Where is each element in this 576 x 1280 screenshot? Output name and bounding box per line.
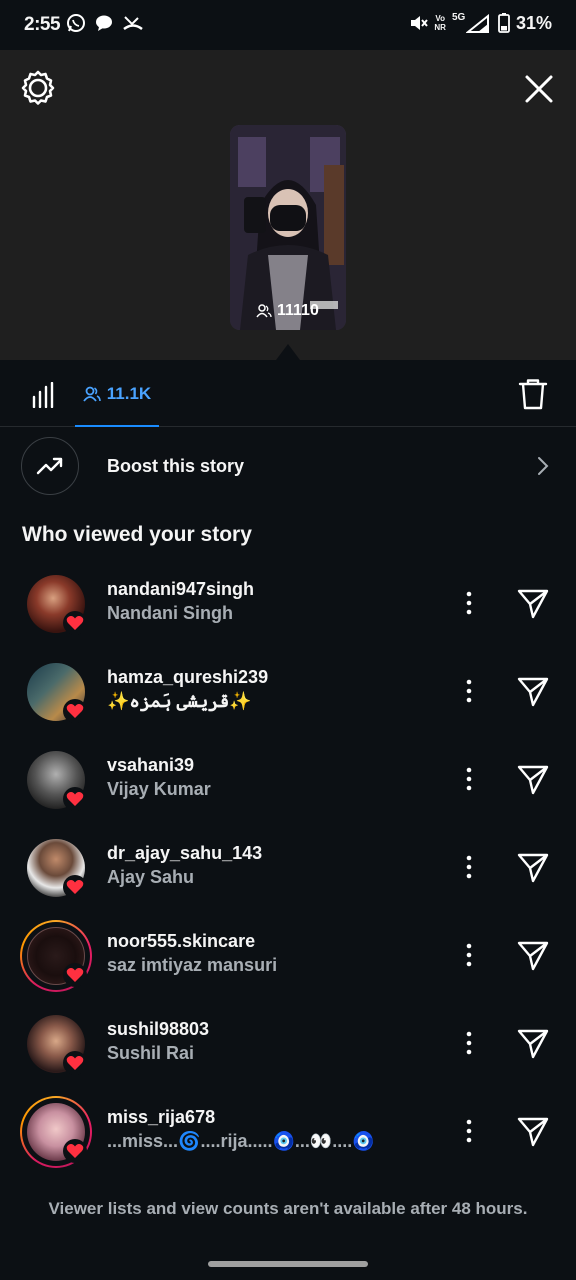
viewer-row[interactable]: hamza_qureshi239 ✨قریشی ہَمزہ✨	[0, 658, 576, 746]
close-icon[interactable]	[522, 72, 556, 106]
viewer-name: saz imtiyaz mansuri	[107, 955, 278, 975]
signal-icon	[465, 14, 489, 33]
viewer-row[interactable]: noor555.skincare saz imtiyaz mansuri	[0, 920, 576, 1010]
viewer-username[interactable]: sushil98803	[107, 1019, 209, 1040]
tab-viewers[interactable]: 11.1K	[75, 362, 159, 427]
network-volte: Vo NR	[434, 14, 446, 32]
send-icon[interactable]	[516, 1028, 550, 1060]
story-tabs: 11.1K	[0, 362, 576, 427]
heart-badge	[63, 787, 87, 811]
viewer-name: Vijay Kumar	[107, 779, 211, 799]
viewer-row[interactable]: nandani947singh Nandani Singh	[0, 570, 576, 658]
more-vertical-icon[interactable]	[458, 764, 480, 794]
avatar[interactable]	[20, 920, 92, 992]
heart-icon	[66, 616, 84, 630]
chevron-right-icon	[538, 457, 549, 475]
settings-gear-icon[interactable]	[20, 70, 56, 106]
boost-story-row[interactable]: Boost this story	[0, 436, 576, 498]
story-photo	[230, 125, 346, 330]
viewer-name: Ajay Sahu	[107, 867, 195, 887]
trash-icon[interactable]	[518, 378, 548, 410]
send-icon[interactable]	[516, 940, 550, 972]
heart-badge	[63, 1051, 87, 1075]
avatar[interactable]	[22, 658, 90, 726]
viewer-name: Nandani Singh	[107, 603, 233, 623]
viewer-row[interactable]: dr_ajay_sahu_143 Ajay Sahu	[0, 834, 576, 922]
viewer-row[interactable]: miss_rija678 ...miss...🌀....rija.....🧿..…	[0, 1096, 576, 1186]
heart-icon	[66, 1144, 84, 1158]
viewer-username[interactable]: miss_rija678	[107, 1107, 215, 1128]
preview-pointer	[276, 344, 300, 360]
viewer-row[interactable]: vsahani39 Vijay Kumar	[0, 746, 576, 834]
send-icon[interactable]	[516, 852, 550, 884]
viewer-row[interactable]: sushil98803 Sushil Rai	[0, 1010, 576, 1098]
battery-percent: 31%	[515, 12, 552, 33]
heart-badge	[63, 963, 87, 987]
send-icon[interactable]	[516, 1116, 550, 1148]
more-vertical-icon[interactable]	[458, 588, 480, 618]
whatsapp-icon	[67, 14, 85, 32]
viewer-name: ✨قریشی ہَمزہ✨	[107, 691, 252, 711]
footer-note: Viewer lists and view counts aren't avai…	[48, 1199, 528, 1218]
missed-call-icon	[123, 16, 143, 31]
bar-chart-icon[interactable]	[30, 382, 56, 408]
heart-icon	[66, 968, 84, 982]
status-time: 2:55	[24, 14, 61, 35]
more-vertical-icon[interactable]	[458, 852, 480, 882]
section-title: Who viewed your story	[22, 523, 252, 546]
send-icon[interactable]	[516, 764, 550, 796]
heart-badge	[63, 699, 87, 723]
story-view-count: 11110	[256, 302, 319, 320]
avatar[interactable]	[22, 570, 90, 638]
more-vertical-icon[interactable]	[458, 1028, 480, 1058]
avatar[interactable]	[22, 746, 90, 814]
heart-icon	[66, 704, 84, 718]
boost-label: Boost this story	[107, 456, 245, 476]
more-vertical-icon[interactable]	[458, 676, 480, 706]
send-icon[interactable]	[516, 588, 550, 620]
heart-badge	[63, 611, 87, 635]
chat-icon	[96, 15, 112, 31]
status-bar: 2:55 Vo NR 5G 31%	[0, 0, 576, 50]
heart-badge	[63, 1139, 87, 1163]
battery-icon	[498, 13, 510, 33]
viewer-username[interactable]: vsahani39	[107, 755, 194, 776]
home-indicator[interactable]	[208, 1261, 368, 1267]
viewer-name: Sushil Rai	[107, 1043, 195, 1063]
heart-badge	[63, 875, 87, 899]
more-vertical-icon[interactable]	[458, 1116, 480, 1146]
mute-icon	[411, 16, 429, 30]
viewer-username[interactable]: nandani947singh	[107, 579, 254, 600]
signal-indicator: 5G	[452, 12, 492, 34]
avatar[interactable]	[22, 1010, 90, 1078]
story-header: 11110	[0, 50, 576, 360]
heart-icon	[66, 1056, 84, 1070]
viewer-username[interactable]: noor555.skincare	[107, 931, 255, 952]
people-icon	[256, 304, 272, 318]
people-icon	[83, 386, 101, 402]
viewer-username[interactable]: dr_ajay_sahu_143	[107, 843, 262, 864]
avatar[interactable]	[20, 1096, 92, 1168]
viewer-name: ...miss...🌀....rija.....🧿...👀....🧿	[107, 1131, 375, 1151]
more-vertical-icon[interactable]	[458, 940, 480, 970]
send-icon[interactable]	[516, 676, 550, 708]
viewer-username[interactable]: hamza_qureshi239	[107, 667, 268, 688]
heart-icon	[66, 880, 84, 894]
story-thumbnail[interactable]: 11110	[230, 125, 346, 330]
heart-icon	[66, 792, 84, 806]
viewers-count: 11.1K	[106, 383, 152, 403]
boost-icon-circle	[21, 437, 79, 495]
trending-up-icon	[36, 457, 63, 475]
avatar[interactable]	[22, 834, 90, 902]
